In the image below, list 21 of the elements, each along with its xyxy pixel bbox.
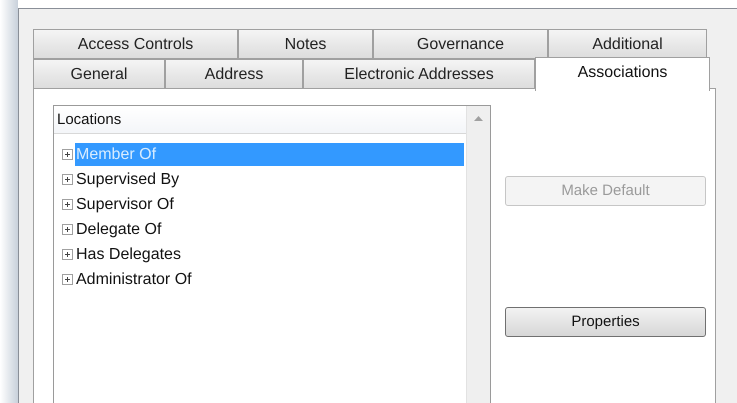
tab[interactable]: Associations	[535, 57, 710, 91]
tab[interactable]: Address	[165, 59, 303, 89]
tab[interactable]: Governance	[373, 29, 548, 59]
tree-item[interactable]: Has Delegates	[75, 243, 181, 266]
expand-icon[interactable]	[62, 149, 73, 160]
expand-icon[interactable]	[62, 274, 73, 285]
button[interactable]: Properties	[505, 307, 706, 337]
expand-icon[interactable]	[62, 249, 73, 260]
tab[interactable]: Notes	[238, 29, 373, 59]
expand-icon[interactable]	[62, 224, 73, 235]
tree-item[interactable]: Administrator Of	[75, 268, 192, 291]
tree-item[interactable]: Supervisor Of	[75, 193, 174, 216]
tab[interactable]: Access Controls	[33, 29, 238, 59]
tab[interactable]: General	[33, 59, 165, 89]
expand-icon[interactable]	[62, 199, 73, 210]
tab[interactable]: Electronic Addresses	[303, 59, 535, 89]
tree-item[interactable]: Delegate Of	[75, 218, 162, 241]
tree-item[interactable]: Supervised By	[75, 168, 180, 191]
scrollbar[interactable]	[466, 106, 490, 403]
expand-icon[interactable]	[62, 174, 73, 185]
tab[interactable]: Additional	[548, 29, 707, 59]
